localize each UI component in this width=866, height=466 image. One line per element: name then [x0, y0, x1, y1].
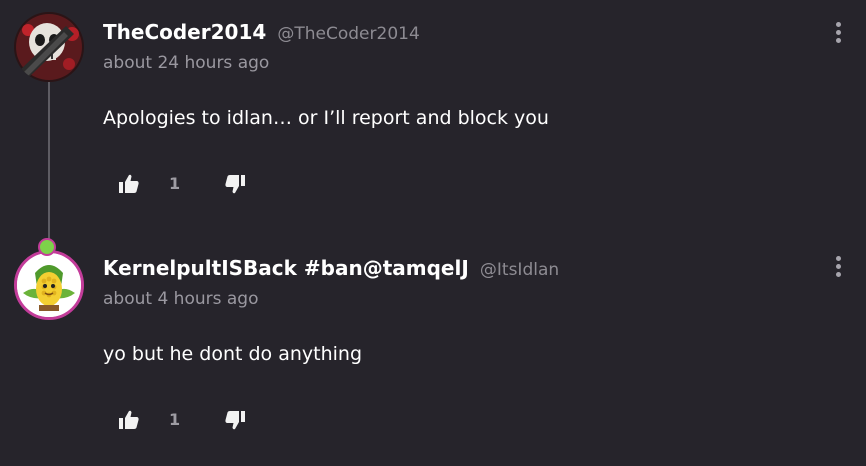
username[interactable]: KernelpultISBack #ban@tamqelJ [103, 256, 469, 280]
thread-connector-line [48, 82, 50, 242]
user-handle: @TheCoder2014 [277, 24, 420, 44]
like-button[interactable] [118, 173, 140, 195]
more-options-button[interactable] [830, 256, 846, 280]
avatar[interactable] [14, 12, 84, 82]
user-handle: @ItsIdlan [479, 260, 560, 280]
like-button[interactable] [118, 409, 140, 431]
kernel-pult-avatar-icon [17, 253, 81, 317]
dislike-button[interactable] [224, 409, 246, 431]
thumbs-down-icon [225, 411, 245, 430]
thumbs-up-icon [119, 410, 139, 429]
timestamp: about 24 hours ago [103, 53, 270, 73]
user-badge-icon [38, 238, 56, 256]
thumbs-down-icon [225, 175, 245, 194]
dislike-button[interactable] [224, 173, 246, 195]
like-count: 1 [169, 410, 181, 429]
thumbs-up-icon [119, 174, 139, 193]
author-row: KernelpultISBack #ban@tamqelJ @ItsIdlan [103, 256, 559, 280]
comment-body: yo but he dont do anything [103, 343, 363, 365]
comment-body: Apologies to idlan… or I’ll report and b… [103, 107, 549, 129]
kebab-menu-icon [830, 22, 846, 43]
timestamp: about 4 hours ago [103, 289, 259, 309]
username[interactable]: TheCoder2014 [103, 20, 266, 44]
kebab-menu-icon [830, 256, 846, 277]
like-count: 1 [169, 174, 181, 193]
skull-avatar-icon [14, 12, 84, 82]
author-row: TheCoder2014 @TheCoder2014 [103, 20, 420, 44]
avatar[interactable] [14, 250, 84, 320]
more-options-button[interactable] [830, 22, 846, 46]
